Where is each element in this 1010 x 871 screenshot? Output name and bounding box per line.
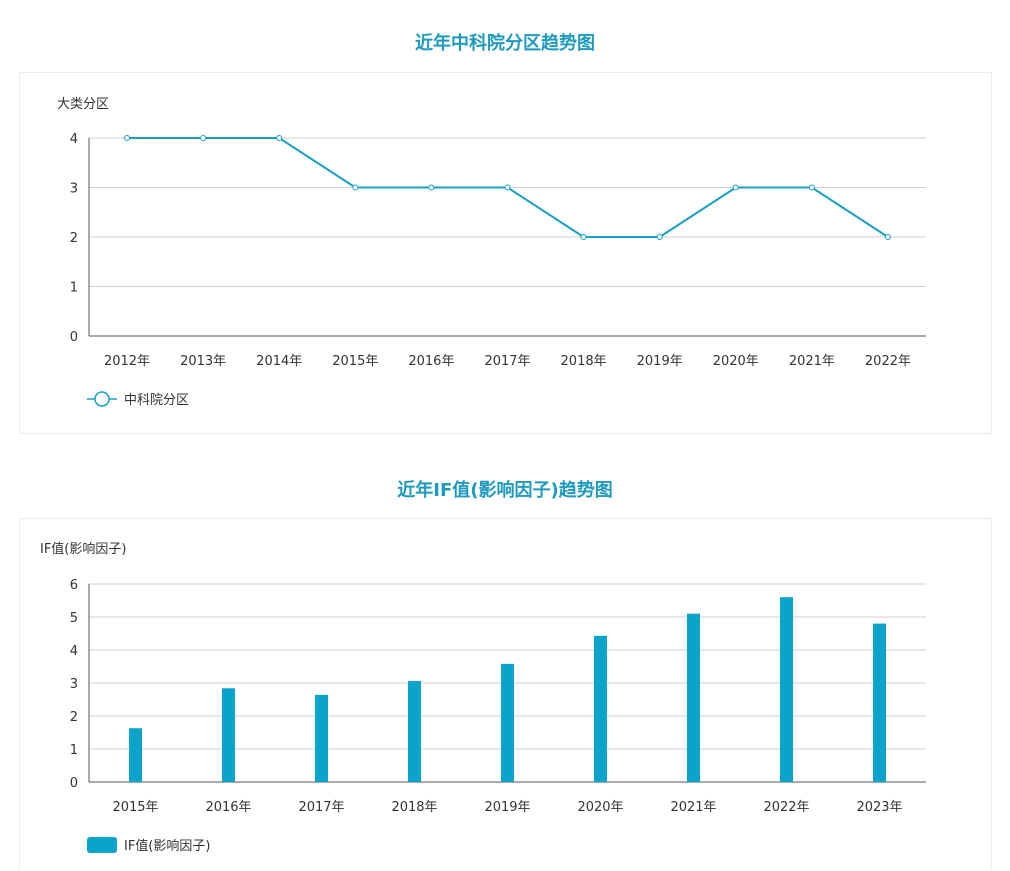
y-tick-label: 2 xyxy=(70,231,78,246)
x-tick-label: 2020年 xyxy=(577,800,623,815)
x-tick-label: 2018年 xyxy=(391,800,437,815)
bar xyxy=(594,635,607,782)
y-tick-label: 1 xyxy=(70,743,78,758)
bar-chart: IF值(影响因子) 0 1 2 3 4 5 6 2015年 2016年 2017年 2018年 2019… xyxy=(40,541,926,854)
x-tick-label: 2017年 xyxy=(298,800,344,815)
data-point xyxy=(428,184,435,191)
x-tick-label: 2019年 xyxy=(484,800,530,815)
y-tick-label: 1 xyxy=(70,281,78,296)
y-tick-label: 5 xyxy=(70,611,78,626)
x-tick-label: 2017年 xyxy=(484,354,530,369)
bar xyxy=(129,728,142,782)
data-point xyxy=(504,184,511,191)
y-axis-label: IF值(影响因子) xyxy=(40,541,126,557)
line-chart: 大类分区 0 1 2 3 4 2012年 2013年 2014年 2015年 2016年 2017年 2… xyxy=(57,97,926,408)
bar-chart-panel: IF值(影响因子) 0 1 2 3 4 5 6 2015年 2016年 2017年 2018年 2019… xyxy=(19,518,992,870)
x-tick-label: 2022年 xyxy=(763,800,809,815)
x-tick-label: 2023年 xyxy=(856,800,902,815)
line-chart-panel: 大类分区 0 1 2 3 4 2012年 2013年 2014年 2015年 2016年 2017年 2… xyxy=(19,72,992,434)
x-tick-label: 2013年 xyxy=(180,354,226,369)
x-tick-label: 2020年 xyxy=(713,354,759,369)
y-tick-label: 4 xyxy=(70,132,78,147)
x-tick-label: 2022年 xyxy=(865,354,911,369)
data-point xyxy=(200,135,207,141)
x-tick-label: 2019年 xyxy=(637,354,683,369)
bar xyxy=(780,597,793,782)
bar xyxy=(408,681,421,782)
legend-label: IF值(影响因子) xyxy=(124,838,210,854)
legend-swatch-icon xyxy=(87,837,117,853)
data-point xyxy=(124,135,131,141)
legend-marker-icon xyxy=(94,391,110,407)
x-tick-label: 2016年 xyxy=(408,354,454,369)
y-axis-label: 大类分区 xyxy=(57,97,109,112)
y-tick-label: 0 xyxy=(70,330,78,345)
x-tick-label: 2021年 xyxy=(789,354,835,369)
data-point xyxy=(884,234,891,240)
legend-label: 中科院分区 xyxy=(124,393,189,408)
y-tick-label: 6 xyxy=(70,578,78,593)
y-tick-label: 0 xyxy=(70,776,78,791)
data-point xyxy=(276,135,283,141)
y-tick-label: 3 xyxy=(70,182,78,197)
x-tick-label: 2021年 xyxy=(670,800,716,815)
data-point xyxy=(580,234,587,240)
data-point xyxy=(808,184,815,191)
bar xyxy=(222,688,235,782)
data-point xyxy=(732,184,739,191)
bar-chart-title: 近年IF值(影响因子)趋势图 xyxy=(397,480,613,501)
x-tick-label: 2015年 xyxy=(332,354,378,369)
bar xyxy=(501,663,514,782)
y-tick-label: 4 xyxy=(70,644,78,659)
x-tick-label: 2012年 xyxy=(104,354,150,369)
data-point xyxy=(352,184,359,191)
bar xyxy=(687,613,700,782)
bar xyxy=(315,694,328,782)
bar xyxy=(873,623,886,782)
data-point xyxy=(656,234,663,240)
line-chart-title: 近年中科院分区趋势图 xyxy=(415,33,595,54)
x-tick-label: 2014年 xyxy=(256,354,302,369)
x-tick-label: 2016年 xyxy=(205,800,251,815)
x-tick-label: 2015年 xyxy=(112,800,158,815)
y-tick-label: 2 xyxy=(70,710,78,725)
x-tick-label: 2018年 xyxy=(561,354,607,369)
y-tick-label: 3 xyxy=(70,677,78,692)
